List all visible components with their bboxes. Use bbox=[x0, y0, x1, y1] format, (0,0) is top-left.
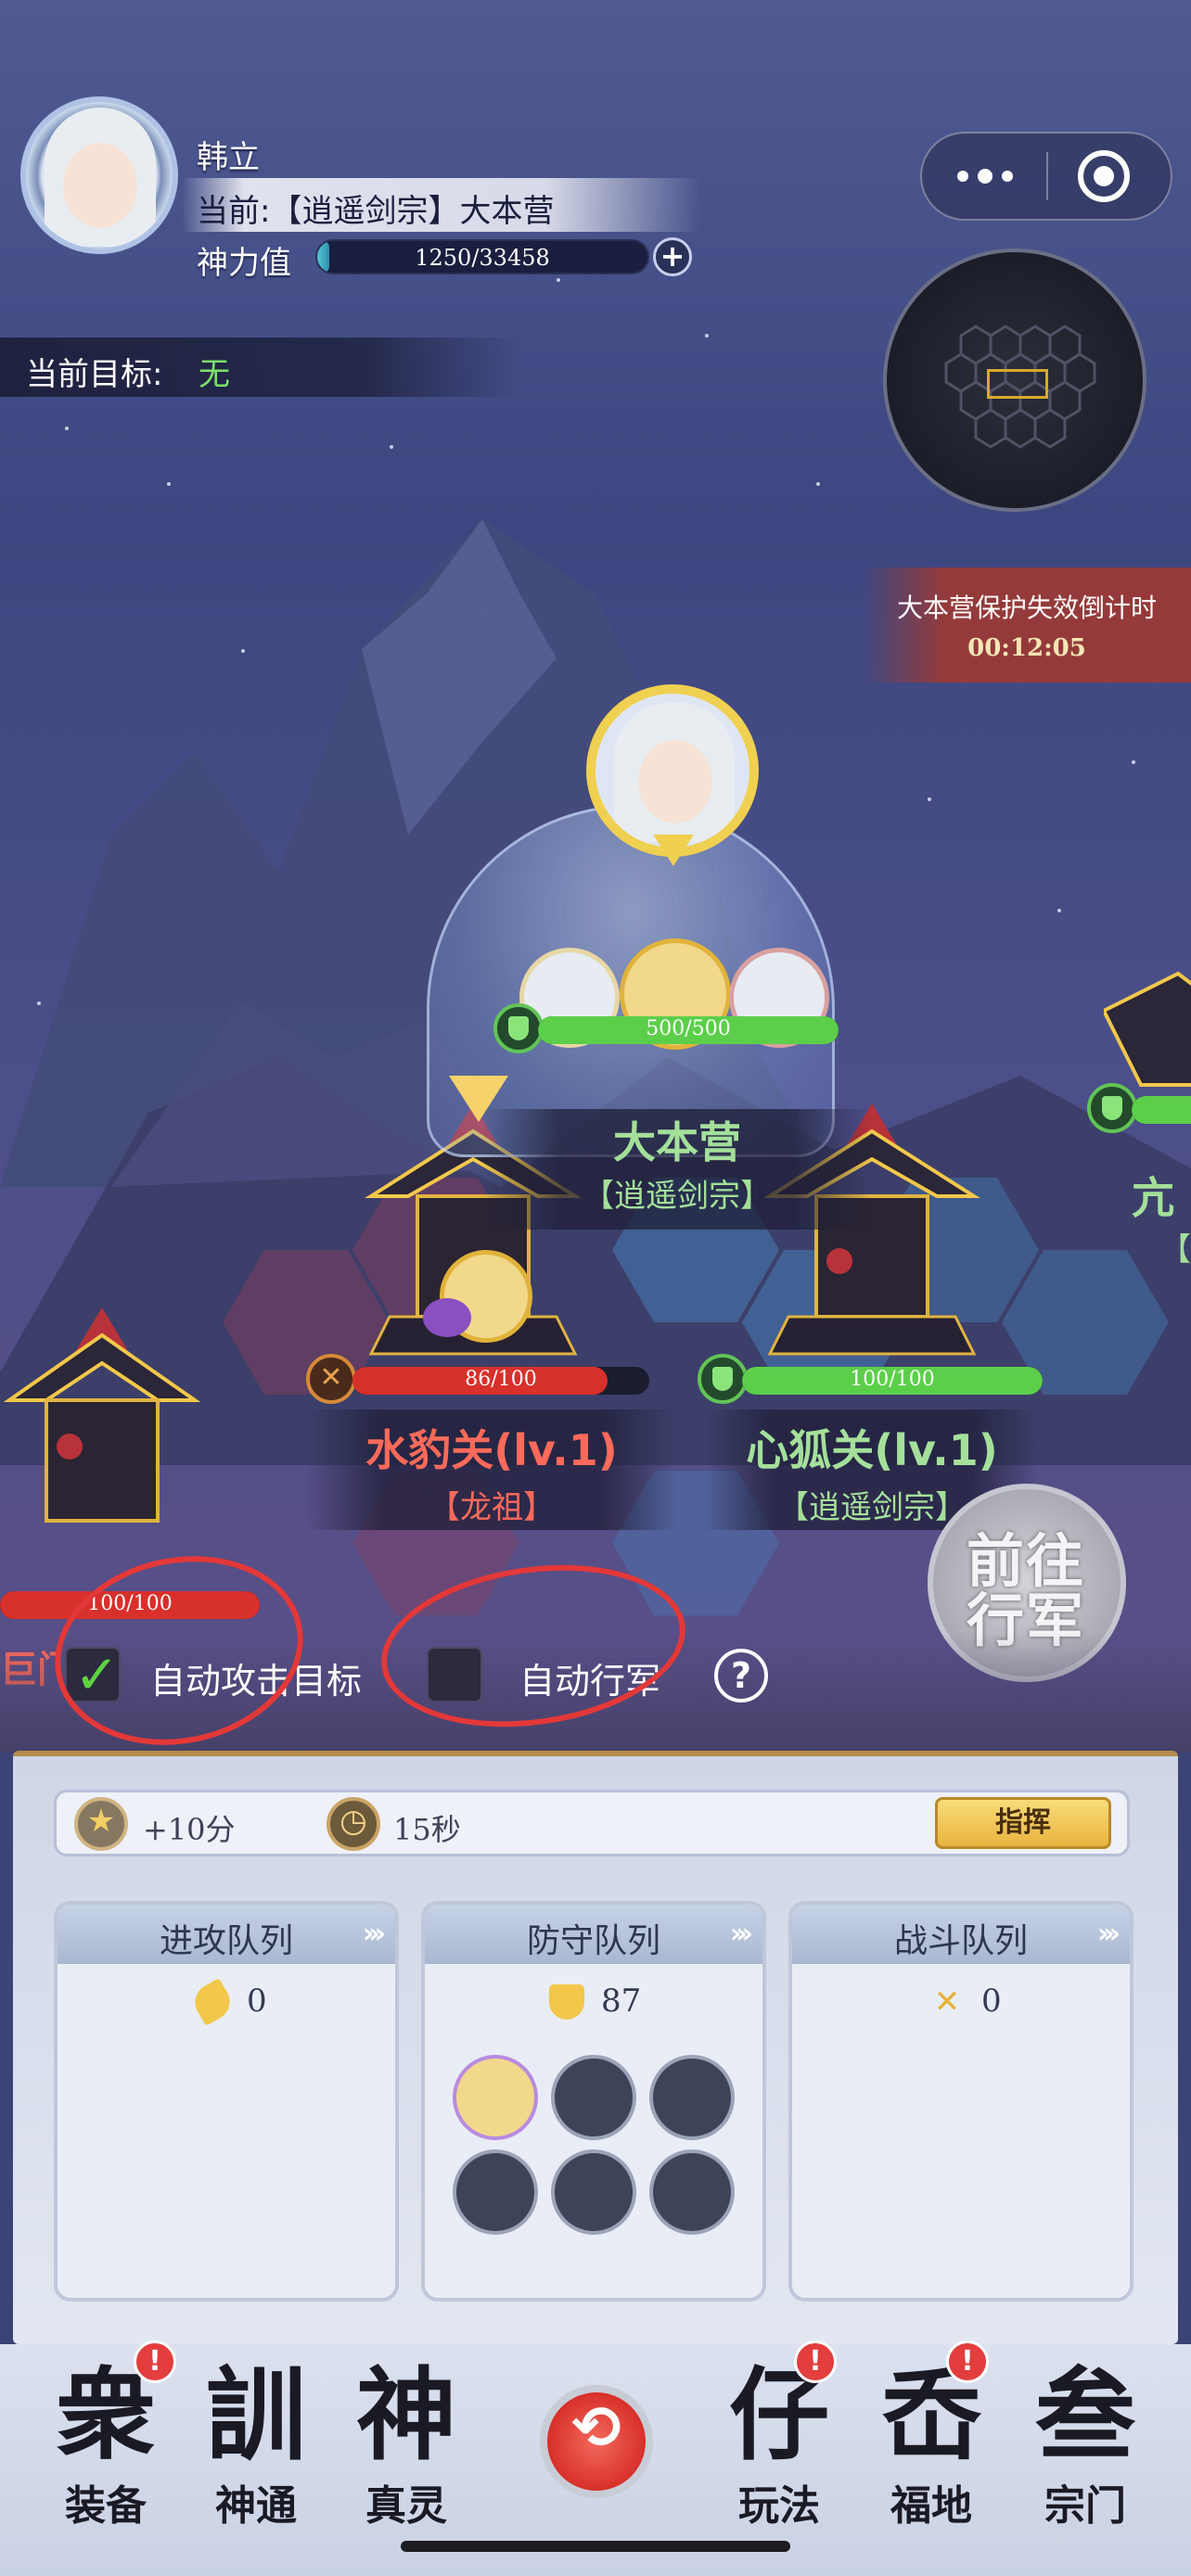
player-name: 韩立 bbox=[197, 139, 260, 176]
time-text: 15秒 bbox=[393, 1812, 461, 1847]
queue-count: 0 bbox=[247, 1983, 267, 2020]
home-indicator bbox=[401, 2541, 790, 2552]
player-marker-pin bbox=[653, 835, 694, 866]
defender-avatar[interactable] bbox=[649, 2149, 735, 2235]
defender-avatar[interactable] bbox=[453, 2055, 538, 2140]
capsule-divider bbox=[1046, 152, 1048, 200]
alert-badge: ! bbox=[794, 2340, 837, 2383]
shield-icon bbox=[698, 1354, 748, 1404]
shield-icon bbox=[549, 1984, 584, 2020]
more-dots-icon[interactable] bbox=[946, 150, 1030, 202]
crossed-swords-icon: ✕ bbox=[933, 1983, 961, 2021]
minimap-viewport bbox=[987, 369, 1048, 399]
queue-count: 87 bbox=[601, 1983, 642, 2020]
queue-title: 战斗队列 bbox=[893, 1922, 1028, 1960]
add-power-button[interactable]: + bbox=[653, 237, 692, 276]
pagoda-left[interactable] bbox=[0, 1298, 241, 1558]
power-label: 神力值 bbox=[197, 245, 291, 282]
current-target-value: 无 bbox=[198, 356, 230, 393]
crossed-swords-icon bbox=[306, 1354, 356, 1404]
defender-avatar[interactable] bbox=[551, 2055, 636, 2140]
countdown-time: 00:12:05 bbox=[967, 634, 1086, 662]
nav-spirit[interactable]: 神 真灵 bbox=[332, 2355, 480, 2541]
attack-icon bbox=[188, 1978, 237, 2026]
shield-icon bbox=[1087, 1083, 1137, 1133]
player-marker-avatar[interactable] bbox=[586, 684, 759, 857]
spirit-icon: 神 bbox=[355, 2357, 456, 2474]
nav-abilities[interactable]: 訓 神通 bbox=[182, 2355, 330, 2541]
queue-title: 进攻队列 bbox=[159, 1922, 293, 1960]
nav-equipment[interactable]: 衆 装备 ! bbox=[32, 2340, 180, 2541]
shield-icon bbox=[493, 1003, 544, 1053]
alert-badge: ! bbox=[134, 2340, 176, 2383]
power-bar: 1250/33458 bbox=[315, 239, 649, 274]
queue-count: 0 bbox=[981, 1983, 1002, 2020]
base-name[interactable]: 大本营 bbox=[482, 1109, 872, 1170]
points-text: +10分 bbox=[143, 1812, 236, 1847]
chevrons-icon: ››› bbox=[1096, 1918, 1121, 1950]
battle-queue-card[interactable]: 战斗队列 ››› ✕ 0 bbox=[788, 1901, 1133, 2302]
leopard-pass-sect: 【龙祖】 bbox=[429, 1489, 555, 1526]
right-node-hp-bar bbox=[1132, 1096, 1191, 1124]
defender-avatar[interactable] bbox=[649, 2055, 735, 2140]
abilities-icon: 訓 bbox=[205, 2357, 306, 2474]
nav-label: 真灵 bbox=[365, 2482, 447, 2530]
fox-pass-hp-bar: 100/100 bbox=[742, 1367, 1043, 1395]
sect-icon: 叁 bbox=[1034, 2357, 1135, 2474]
current-target-label: 当前目标: bbox=[26, 356, 163, 393]
nav-label: 福地 bbox=[890, 2482, 972, 2530]
star-coin-icon bbox=[74, 1797, 128, 1851]
nav-label: 玩法 bbox=[738, 2482, 820, 2530]
defender-avatar[interactable] bbox=[453, 2149, 538, 2235]
chevrons-icon: ››› bbox=[729, 1918, 753, 1950]
command-button[interactable]: 指挥 bbox=[935, 1797, 1111, 1849]
clock-icon bbox=[327, 1797, 380, 1851]
leopard-pass-name[interactable]: 水豹关(lv.1) bbox=[306, 1417, 677, 1478]
player-location: 当前:【逍遥剑宗】大本营 bbox=[197, 193, 555, 230]
alert-badge: ! bbox=[946, 2340, 989, 2383]
nav-label: 神通 bbox=[215, 2482, 297, 2530]
attack-queue-card[interactable]: 进攻队列 ››› 0 bbox=[54, 1901, 399, 2302]
help-icon[interactable]: ? bbox=[714, 1649, 768, 1702]
base-hp-bar: 500/500 bbox=[538, 1016, 839, 1044]
leopard-pass-hp-bar: 86/100 bbox=[352, 1367, 649, 1395]
queue-title: 防守队列 bbox=[526, 1922, 660, 1960]
countdown-banner bbox=[863, 567, 1191, 682]
tentacle-icon bbox=[423, 1298, 471, 1337]
right-node-name[interactable]: 亢 bbox=[1132, 1165, 1191, 1226]
power-value: 1250/33458 bbox=[415, 245, 550, 271]
right-node-sect: 【 bbox=[1159, 1231, 1191, 1269]
defense-queue-card[interactable]: 防守队列 ››› 87 bbox=[421, 1901, 766, 2302]
player-avatar[interactable] bbox=[20, 96, 178, 254]
nav-label: 宗门 bbox=[1044, 2482, 1126, 2530]
nav-sect[interactable]: 叁 宗门 bbox=[1011, 2355, 1159, 2541]
swirl-icon: ⟲ bbox=[571, 2394, 621, 2463]
base-sect: 【逍遥剑宗】 bbox=[583, 1178, 772, 1215]
defender-avatar[interactable] bbox=[551, 2149, 636, 2235]
nav-blessed-land[interactable]: 岙 福地 ! bbox=[857, 2340, 1005, 2541]
countdown-title: 大本营保护失效倒计时 bbox=[896, 593, 1157, 623]
fox-pass-name[interactable]: 心狐关(lv.1) bbox=[705, 1417, 1039, 1478]
chevrons-icon: ››› bbox=[362, 1918, 386, 1950]
nav-gameplay[interactable]: 仔 玩法 ! bbox=[705, 2340, 853, 2541]
nav-label: 装备 bbox=[65, 2482, 147, 2530]
minimap[interactable] bbox=[883, 249, 1146, 512]
target-circle-icon[interactable] bbox=[1078, 150, 1130, 202]
